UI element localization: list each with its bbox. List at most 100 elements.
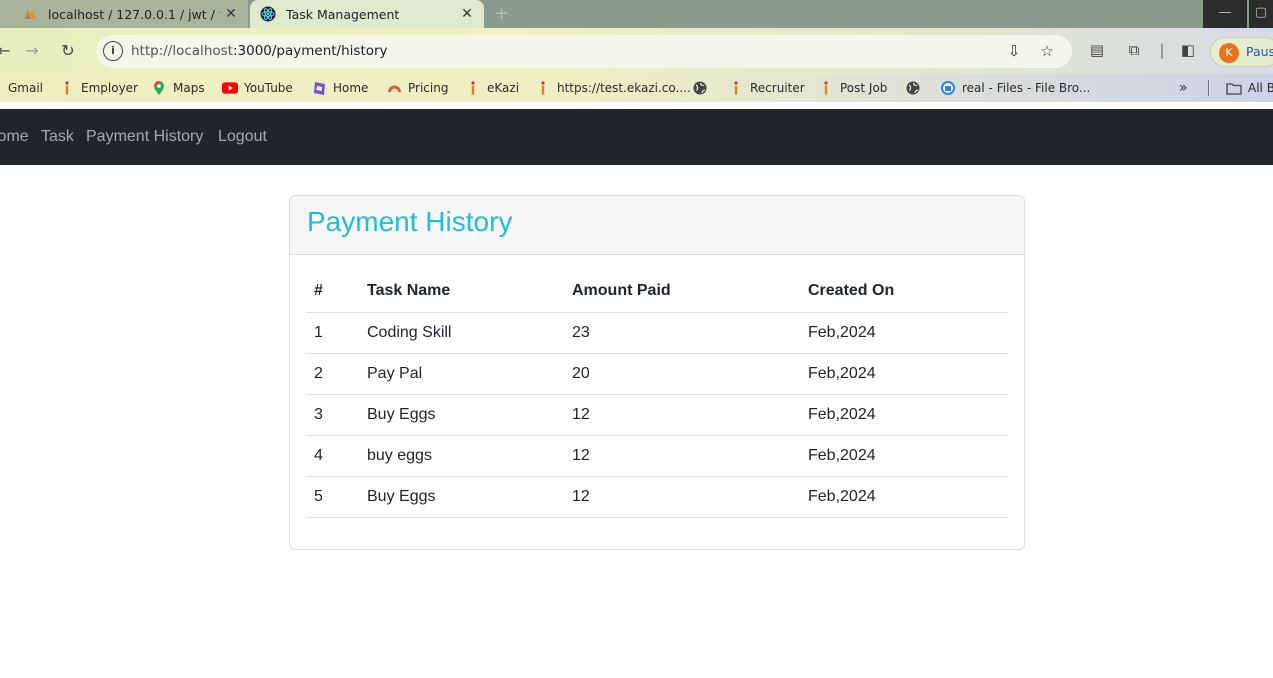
bookmark-label: Gmail [8,81,44,95]
page-title: Payment History [307,206,513,237]
table-row: 4 buy eggs 12 Feb,2024 [306,435,1008,477]
row-number: 3 [306,394,359,436]
row-amount-paid: 20 [564,353,800,395]
reload-icon[interactable]: ↻ [56,39,80,63]
minimize-icon[interactable]: — [1203,0,1247,28]
row-amount-paid: 12 [564,435,800,477]
bookmark-label: https://test.ekazi.co.... [557,81,691,95]
browser-tabstrip: localhost / 127.0.0.1 / jwt / tasks ✕ Ta… [0,0,1273,28]
install-app-icon[interactable]: ⇩ [1004,42,1024,62]
row-number: 2 [306,353,359,395]
nav-logout-link[interactable]: Logout [218,128,267,146]
ekazi-icon [818,80,834,96]
bookmarks-divider [1208,80,1209,96]
row-task-name: Coding Skill [359,312,564,354]
row-number: 5 [306,476,359,518]
site-info-icon[interactable]: i [103,41,123,61]
row-task-name: Pay Pal [359,353,564,395]
bookmark-ekazi[interactable]: eKazi [465,79,519,97]
payment-history-card: Payment History # Task Name Amount Paid … [289,195,1025,550]
bookmark-youtube[interactable]: YouTube [222,79,293,97]
bookmark-label: Employer [81,81,138,95]
row-amount-paid: 12 [564,476,800,518]
table-row: 1 Coding Skill 23 Feb,2024 [306,312,1008,354]
profile-label: Paused [1246,44,1273,59]
bookmark-label: All Bookmarks [1248,81,1273,95]
phpmyadmin-icon [22,6,38,22]
row-number: 1 [306,312,359,354]
back-icon[interactable]: ← [0,39,16,63]
row-number: 4 [306,435,359,477]
row-created-on: Feb,2024 [800,353,1008,395]
bookmark-post-job[interactable]: Post Job [818,79,887,97]
toolbar-divider: | [1159,41,1165,59]
bookmark-label: Recruiter [750,81,805,95]
table-header-row: # Task Name Amount Paid Created On [306,271,1008,313]
payment-history-table: # Task Name Amount Paid Created On 1 Cod… [306,271,1008,518]
profile-button[interactable]: K Paused [1210,37,1273,67]
ekazi-icon [728,80,744,96]
row-created-on: Feb,2024 [800,476,1008,518]
nav-task-link[interactable]: Task [41,128,74,146]
all-bookmarks-button[interactable]: All Bookmarks [1226,79,1273,97]
nav-home-link[interactable]: Home [0,128,29,146]
globe-icon [692,80,708,96]
bookmark-pricing[interactable]: Pricing [386,79,448,97]
bookmark-label: Pricing [408,81,449,95]
folder-icon [1226,80,1242,96]
browser-toolbar: ← → ↻ i http://localhost:3000/payment/hi… [0,28,1273,74]
ekazi-icon [465,80,481,96]
extensions-icon[interactable]: ⧉ [1124,41,1144,61]
table-row: 5 Buy Eggs 12 Feb,2024 [306,476,1008,518]
nav-payment-history-link[interactable]: Payment History [86,128,203,146]
home-app-icon [311,80,327,96]
bookmark-globe-1[interactable] [692,79,708,97]
column-header-task-name: Task Name [359,271,564,313]
row-task-name: buy eggs [359,435,564,477]
react-icon [260,6,276,22]
tab-phpmyadmin[interactable]: localhost / 127.0.0.1 / jwt / tasks ✕ [0,0,248,28]
address-bar[interactable]: i http://localhost:3000/payment/history … [96,35,1072,68]
more-bookmarks-icon[interactable]: » [1179,79,1188,97]
avatar: K [1219,43,1239,63]
bookmark-employer[interactable]: Employer [59,79,138,97]
row-created-on: Feb,2024 [800,435,1008,477]
new-tab-icon[interactable]: + [494,0,509,28]
bookmark-maps[interactable]: Maps [151,79,205,97]
row-amount-paid: 23 [564,312,800,354]
bookmark-label: eKazi [487,81,520,95]
maps-pin-icon [151,80,167,96]
bookmark-label: real - Files - File Bro... [962,81,1091,95]
app-navbar: Home Task Payment History Logout [0,109,1273,165]
close-tab-icon[interactable]: ✕ [456,6,478,22]
bookmarks-bar: Gmail Employer Maps YouTube Home Pricing… [0,74,1273,102]
tab-title: localhost / 127.0.0.1 / jwt / tasks [48,6,220,22]
side-panel-icon[interactable]: ◧ [1178,41,1198,61]
youtube-icon [222,80,238,96]
card-header: Payment History [290,196,1024,255]
maximize-icon[interactable]: ▢ [1249,0,1273,28]
bookmark-file-browser[interactable]: real - Files - File Bro... [940,79,1090,97]
table-row: 2 Pay Pal 20 Feb,2024 [306,353,1008,395]
forward-icon[interactable]: → [20,39,44,63]
pricing-icon [386,80,402,96]
bookmark-globe-2[interactable] [905,79,921,97]
bookmark-gmail[interactable]: Gmail [8,79,43,97]
close-tab-icon[interactable]: ✕ [220,6,242,22]
bookmark-recruiter[interactable]: Recruiter [728,79,805,97]
tab-task-management[interactable]: Task Management ✕ [250,0,484,28]
bookmark-label: Post Job [840,81,888,95]
bookmark-test-ekazi[interactable]: https://test.ekazi.co.... [535,79,691,97]
column-header-number: # [306,271,359,313]
bookmark-label: Maps [173,81,205,95]
row-created-on: Feb,2024 [800,312,1008,354]
bookmark-star-icon[interactable]: ☆ [1037,42,1057,62]
reading-list-icon[interactable]: ▤ [1087,41,1107,61]
ekazi-icon [535,80,551,96]
column-header-amount-paid: Amount Paid [564,271,800,313]
bookmark-home[interactable]: Home [311,79,368,97]
row-amount-paid: 12 [564,394,800,436]
column-header-created-on: Created On [800,271,1008,313]
bookmark-label: YouTube [244,81,293,95]
url-text: http://localhost:3000/payment/history [131,43,388,59]
